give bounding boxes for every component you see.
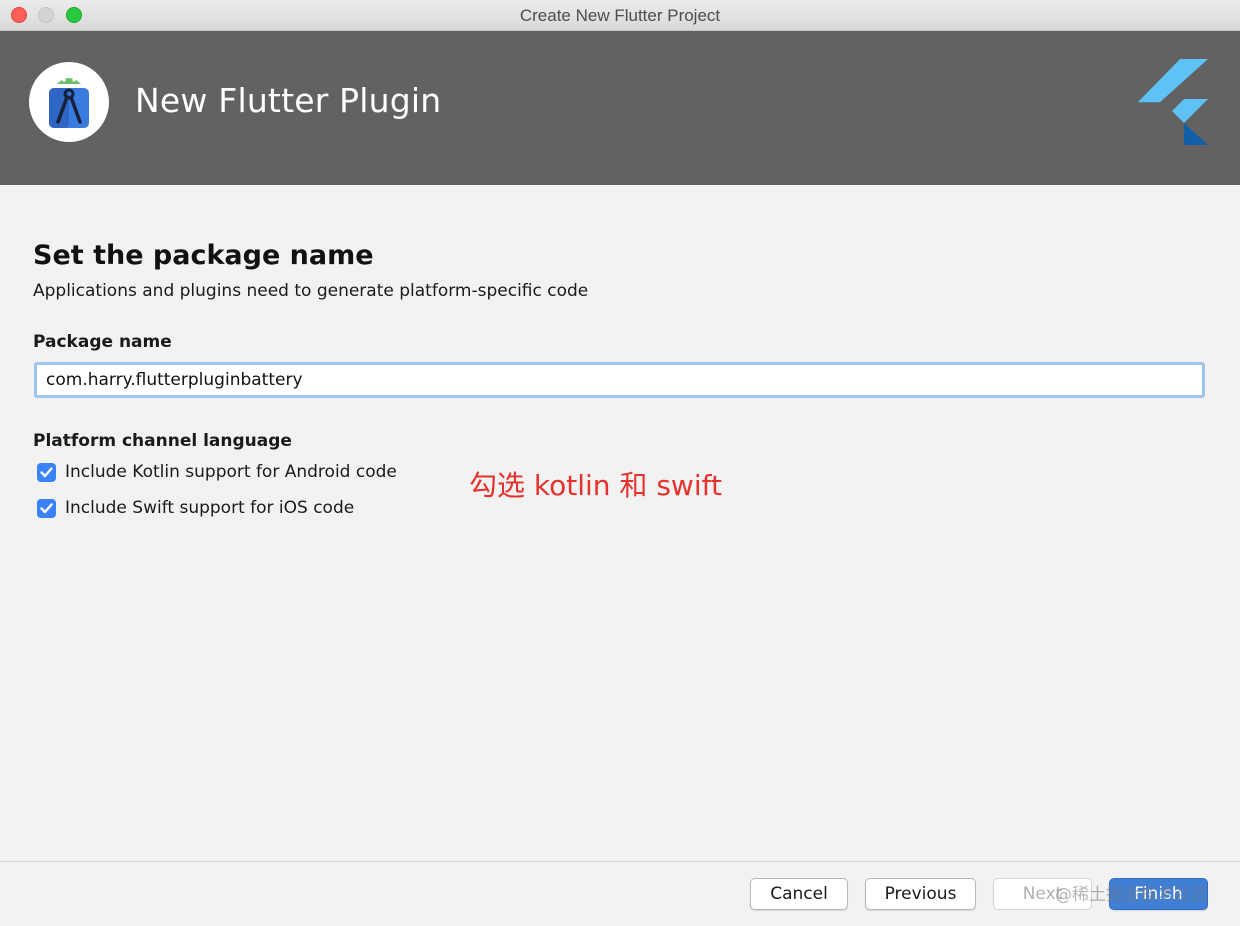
platform-language-label: Platform channel language	[33, 431, 292, 451]
previous-button[interactable]: Previous	[865, 878, 976, 910]
package-name-label: Package name	[33, 332, 172, 352]
annotation-text: 勾选 kotlin 和 swift	[469, 469, 722, 502]
section-subheading: Applications and plugins need to generat…	[33, 281, 589, 301]
watermark: @稀土掘金技术社区	[1055, 885, 1208, 905]
swift-support-label: Include Swift support for iOS code	[65, 498, 355, 518]
title-bar: Create New Flutter Project	[0, 0, 1240, 31]
kotlin-support-label: Include Kotlin support for Android code	[65, 462, 397, 482]
checkmark-icon	[40, 467, 53, 478]
header-banner: New Flutter Plugin	[0, 31, 1240, 185]
cancel-button[interactable]: Cancel	[750, 878, 848, 910]
android-studio-icon	[29, 62, 109, 142]
footer-divider	[0, 861, 1240, 862]
package-name-input[interactable]	[34, 362, 1205, 398]
checkmark-icon	[40, 503, 53, 514]
window-title: Create New Flutter Project	[519, 6, 721, 25]
dialog-window: Create New Flutter Project New Flutter P…	[0, 0, 1240, 926]
kotlin-support-checkbox[interactable]	[37, 463, 56, 482]
flutter-logo-icon	[1138, 54, 1210, 149]
swift-support-checkbox[interactable]	[37, 499, 56, 518]
banner-title: New Flutter Plugin	[135, 81, 442, 120]
section-heading: Set the package name	[33, 240, 374, 271]
